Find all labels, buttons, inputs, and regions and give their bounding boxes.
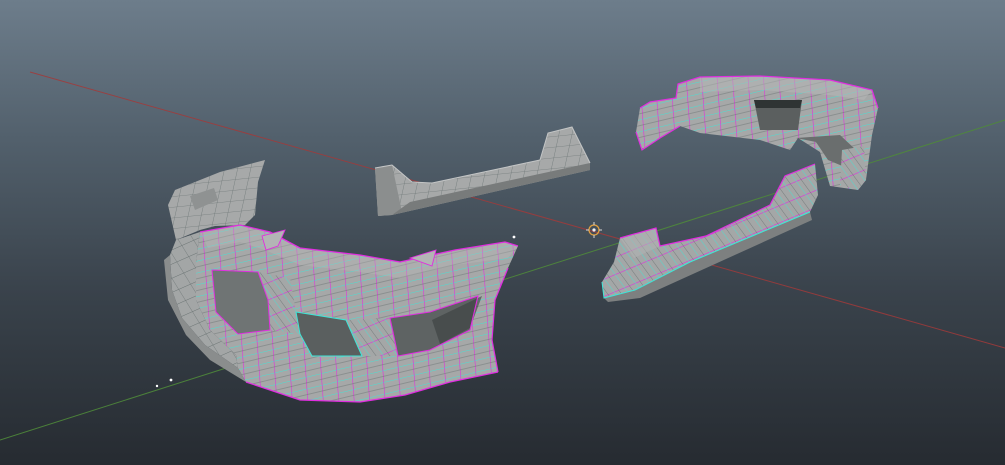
side-skirt-right[interactable]: [601, 163, 818, 302]
rear-bumper[interactable]: [635, 75, 879, 190]
side-skirt-left[interactable]: [374, 126, 591, 216]
scene-canvas[interactable]: [0, 0, 1005, 465]
pivot-manipulator-icon[interactable]: [586, 222, 602, 238]
3d-viewport[interactable]: [0, 0, 1005, 465]
